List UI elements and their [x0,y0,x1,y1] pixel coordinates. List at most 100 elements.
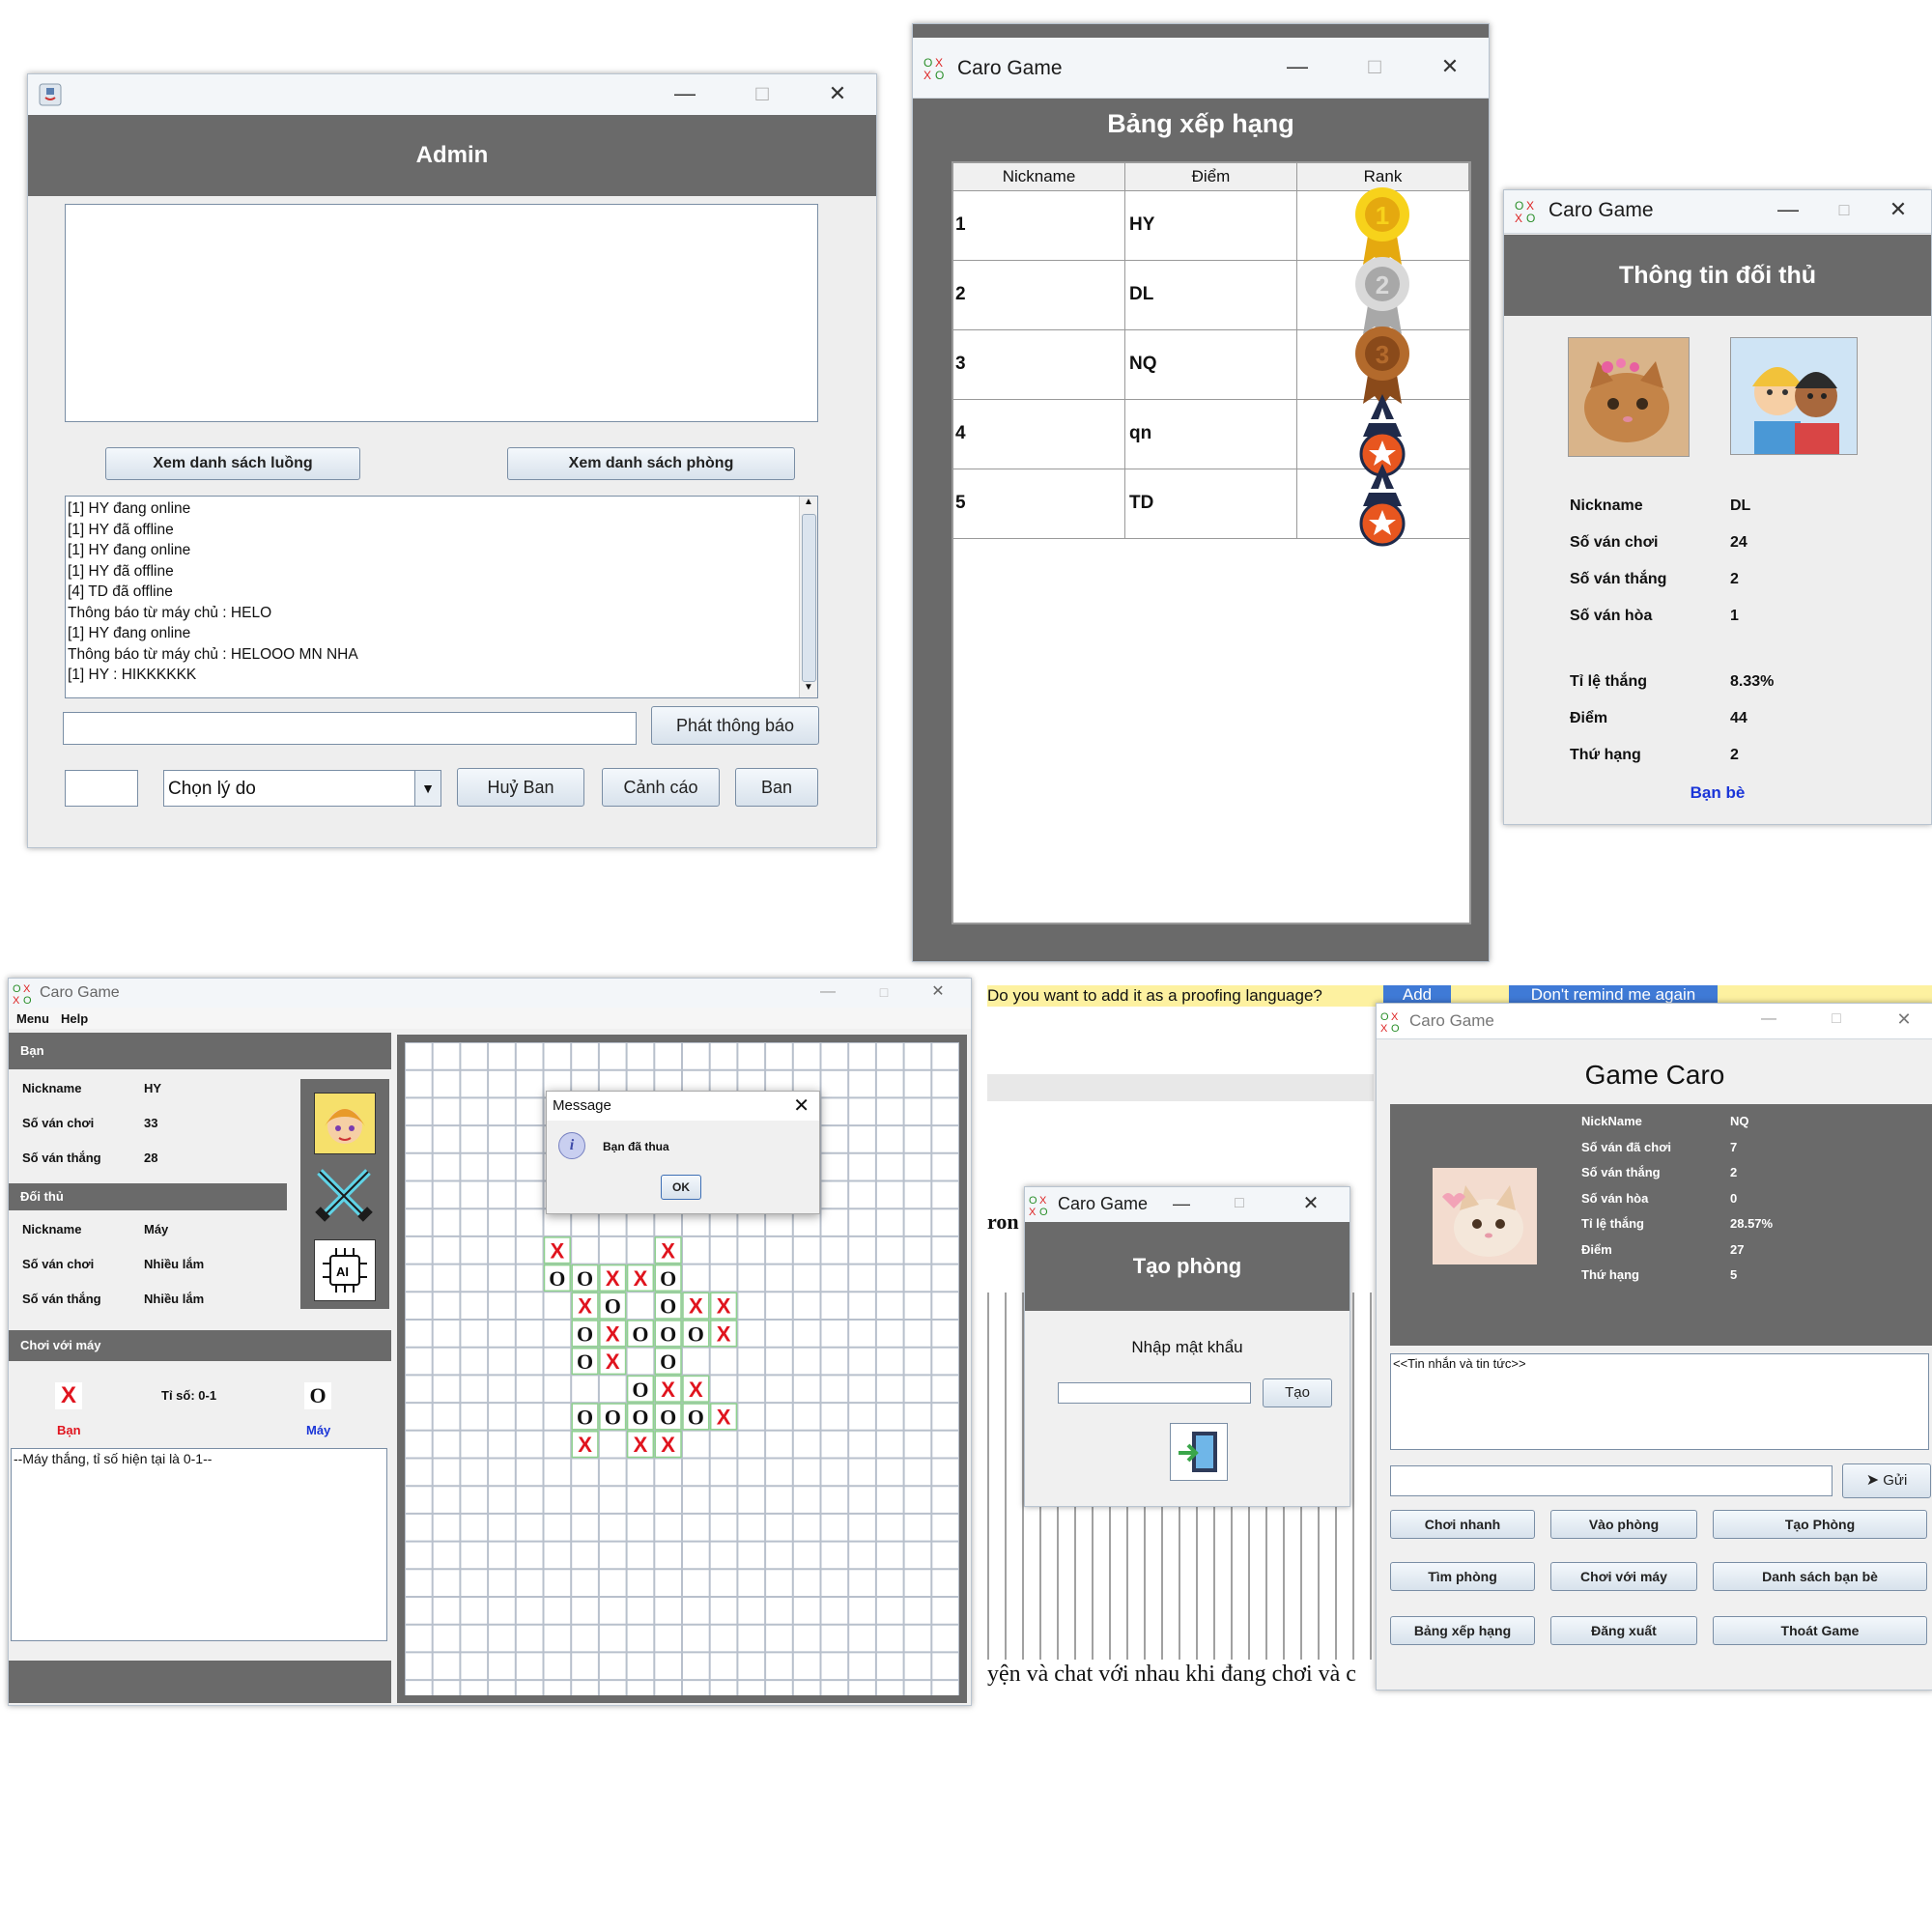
maximize-icon[interactable]: □ [1809,1004,1863,1038]
scroll-up-icon[interactable]: ▲ [800,497,817,512]
play-vs-ai-button[interactable]: Chơi với máy [1550,1562,1697,1591]
join-room-button[interactable]: Vào phòng [1550,1510,1697,1539]
logout-button[interactable]: Đăng xuất [1550,1616,1697,1645]
admin-log-area[interactable]: [1] HY đang online [1] HY đã offline [1] H… [65,496,818,698]
rank-col-divider [1296,261,1297,330]
scroll-down-icon[interactable]: ▼ [800,682,817,697]
player-id-input[interactable] [65,770,138,807]
announce-button[interactable]: Phát thông báo [651,706,819,745]
announce-input[interactable] [63,712,637,745]
game-left-panel: Bạn Nickname HY Số ván chơi 33 Số ván thắng 2… [9,1033,391,1703]
view-threads-button[interactable]: Xem danh sách luồng [105,447,360,480]
opponent-titlebar: OXXO Caro Game — □ ✕ [1504,190,1931,234]
svg-text:X: X [1391,1011,1399,1023]
maximize-icon[interactable]: □ [1212,1187,1266,1222]
create-room-button[interactable]: Tạo [1263,1378,1332,1407]
ban-button[interactable]: Ban [735,768,818,807]
reason-select[interactable]: Chọn lý do ▼ [163,770,441,807]
close-icon[interactable]: ✕ [911,979,965,1008]
maximize-icon[interactable]: □ [1348,47,1402,88]
rank-row: 4 qn [953,394,1469,477]
menu-item-help[interactable]: Help [61,1011,88,1026]
maximize-icon[interactable]: □ [735,74,789,115]
opponent-stat-label: Nickname [1570,497,1643,514]
minimize-icon[interactable]: — [1761,190,1815,231]
minimize-icon[interactable]: — [801,979,855,1008]
x-piece: X [661,1433,675,1457]
lobby-stat-label: Tỉ lệ thắng [1581,1216,1644,1231]
warn-button[interactable]: Cảnh cáo [602,768,720,807]
close-icon[interactable]: ✕ [1284,1187,1338,1222]
create-room-lobby-button[interactable]: Tạo Phòng [1713,1510,1927,1539]
opponent-stat-value: 24 [1730,534,1747,551]
game-titlebar: OXXO Caro Game — □ ✕ [9,979,971,1009]
opponent-stat-value: 1 [1730,608,1739,624]
chevron-down-icon[interactable]: ▼ [414,771,440,806]
ranking-window: OXXO Caro Game — □ ✕ Bảng xếp hạng Nickn… [912,23,1490,962]
admin-log-scrollbar[interactable]: ▲ ▼ [799,497,817,697]
rank-row: 1 HY 1 [953,187,1469,267]
x-piece: X [689,1294,703,1319]
close-icon[interactable]: ✕ [1871,190,1925,231]
scroll-thumb[interactable] [802,514,816,682]
game-stat-label: Nickname [22,1222,82,1236]
ranking-window-title: Caro Game [957,57,1063,79]
doc-gray-band [987,1074,1374,1101]
send-label: Gửi [1883,1472,1908,1489]
minimize-icon[interactable]: — [658,74,712,115]
rank-col-divider [1296,191,1297,261]
game-stat-label: Số ván chơi [22,1116,95,1130]
lobby-stat-value: 5 [1730,1267,1738,1282]
opponent-window-title: Caro Game [1548,199,1654,221]
send-button[interactable]: ➤ Gửi [1842,1463,1931,1498]
x-piece: X [634,1433,648,1457]
friend-link[interactable]: Bạn bè [1504,783,1931,803]
x-piece: X [634,1266,648,1291]
close-icon[interactable]: ✕ [1877,1004,1931,1038]
o-piece: O [688,1405,704,1429]
quick-play-button[interactable]: Chơi nhanh [1390,1510,1535,1539]
log-line: [4] TD đã offline [68,583,173,600]
x-piece: X [578,1294,592,1319]
minimize-icon[interactable]: — [1270,47,1324,88]
close-icon[interactable]: ✕ [810,74,865,115]
admin-titlebar: — □ ✕ [28,74,876,116]
x-piece: X [551,1238,565,1263]
minimize-icon[interactable]: — [1154,1187,1208,1222]
leaderboard-button[interactable]: Bảng xếp hạng [1390,1616,1535,1645]
exit-game-button[interactable]: Thoát Game [1713,1616,1927,1645]
news-area[interactable]: <<Tin nhắn và tin tức>> [1390,1353,1929,1450]
lobby-window: OXXO Caro Game — □ ✕ Game Caro NickName N… [1376,1003,1932,1690]
view-rooms-button[interactable]: Xem danh sách phòng [507,447,795,480]
machine-label: Máy [306,1423,331,1437]
admin-window: — □ ✕ Admin Xem danh sách luồng Xem danh… [27,73,877,848]
dialog-ok-button[interactable]: OK [661,1175,701,1200]
menu-item-menu[interactable]: Menu [16,1011,49,1026]
lobby-cat-avatar [1433,1168,1537,1264]
find-room-button[interactable]: Tìm phòng [1390,1562,1535,1591]
rank-cell-nickname: TD [1129,493,1154,513]
game-chat-log[interactable]: --Máy thắng, tỉ số hiện tại là 0-1-- [11,1448,387,1641]
o-piece: O [605,1294,621,1319]
create-room-window: OXXO Caro Game — □ ✕ Tạo phòng Nhập mật … [1024,1186,1350,1507]
maximize-icon[interactable]: □ [1817,190,1871,231]
minimize-icon[interactable]: — [1742,1004,1796,1038]
lobby-stat-value: 27 [1730,1241,1745,1257]
chat-input[interactable] [1390,1465,1833,1496]
maximize-icon[interactable]: □ [857,979,911,1008]
close-icon[interactable]: ✕ [793,1094,810,1118]
exit-door-icon[interactable] [1170,1423,1228,1481]
send-icon: ➤ [1865,1472,1880,1489]
opponent-window: OXXO Caro Game — □ ✕ Thông tin đối thủ N… [1503,189,1932,825]
svg-text:X: X [1029,1207,1037,1216]
close-icon[interactable]: ✕ [1423,47,1477,88]
news-text: <<Tin nhắn và tin tức>> [1393,1356,1526,1371]
admin-top-textarea[interactable] [65,204,818,422]
log-line: [1] HY đang online [68,500,191,517]
friend-list-button[interactable]: Danh sách bạn bè [1713,1562,1927,1591]
x-piece: X [606,1321,620,1346]
ranking-table: Nickname Điểm Rank 1 HY 1 2 DL 2 3 NQ 3 4 qn 5 TD [952,161,1471,924]
x-piece: X [606,1266,620,1291]
room-password-input[interactable] [1058,1382,1251,1404]
unban-button[interactable]: Huỷ Ban [457,768,584,807]
